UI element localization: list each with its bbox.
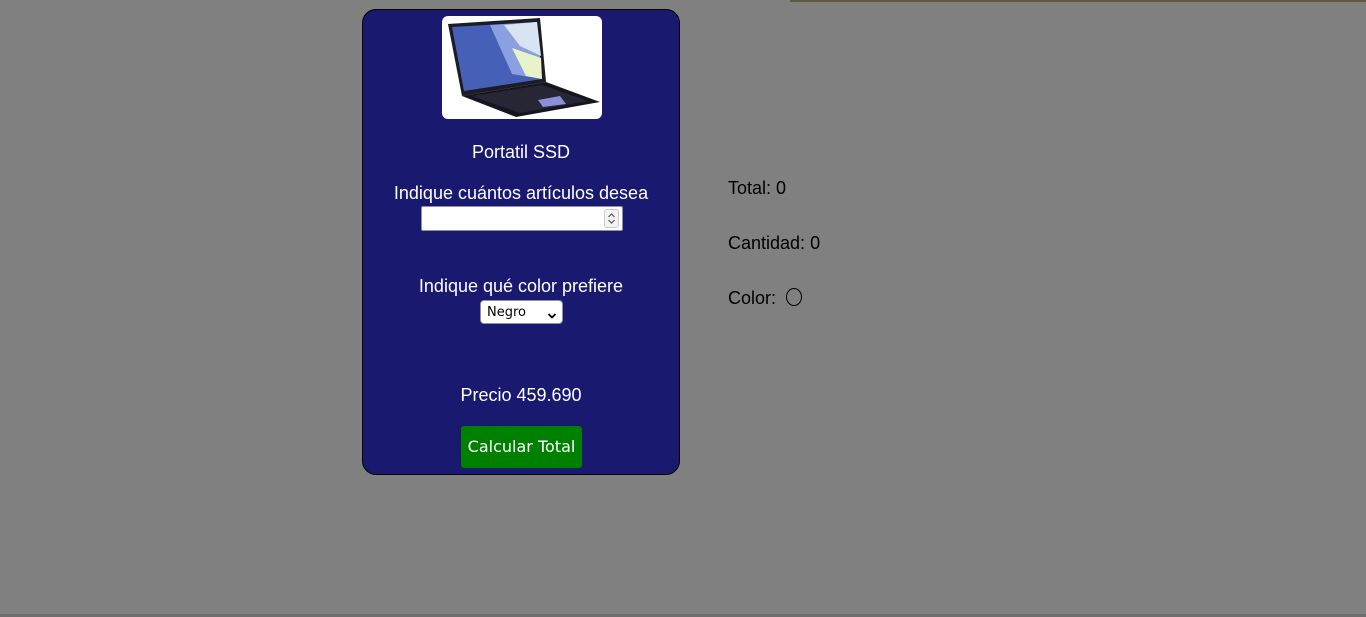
quantity-summary-value: 0	[810, 233, 821, 253]
summary-total: Total: 0	[728, 178, 786, 198]
total-value: 0	[776, 178, 787, 198]
calculate-total-button[interactable]: Calcular Total	[461, 426, 582, 468]
color-swatch	[786, 288, 802, 306]
chevron-down-icon	[547, 307, 557, 325]
color-summary-label: Color:	[728, 288, 777, 308]
quantity-label: Indique cuántos artículos desea	[393, 183, 649, 203]
stepper-arrows-icon[interactable]	[604, 209, 619, 228]
price-text: Precio 459.690	[460, 385, 582, 405]
color-select-value: Negro	[487, 305, 526, 320]
product-name: Portatil SSD	[471, 142, 571, 162]
summary-quantity: Cantidad: 0	[728, 233, 820, 253]
browser-top-strip	[790, 0, 1366, 2]
product-card: Portatil SSD Indique cuántos artículos d…	[362, 9, 680, 475]
quantity-stepper[interactable]	[421, 206, 623, 231]
quantity-input[interactable]	[422, 207, 598, 230]
quantity-summary-label: Cantidad:	[728, 233, 806, 253]
total-label: Total:	[728, 178, 772, 198]
laptop-image	[442, 16, 602, 119]
page: Portatil SSD Indique cuántos artículos d…	[0, 0, 1366, 617]
color-select[interactable]: Negro	[480, 300, 563, 324]
summary-color: Color:	[728, 288, 776, 308]
color-label: Indique qué color prefiere	[418, 276, 624, 296]
